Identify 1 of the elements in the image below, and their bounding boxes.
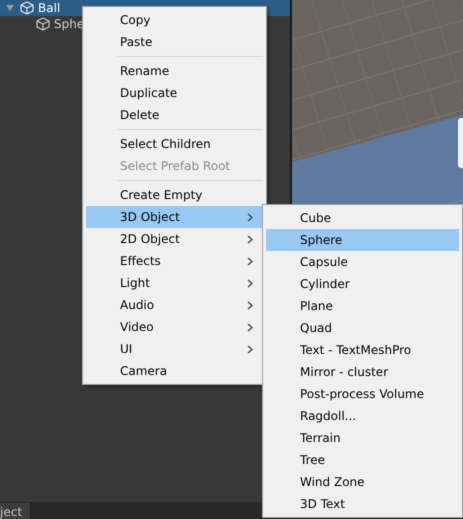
object-name: Ball [38, 1, 60, 15]
